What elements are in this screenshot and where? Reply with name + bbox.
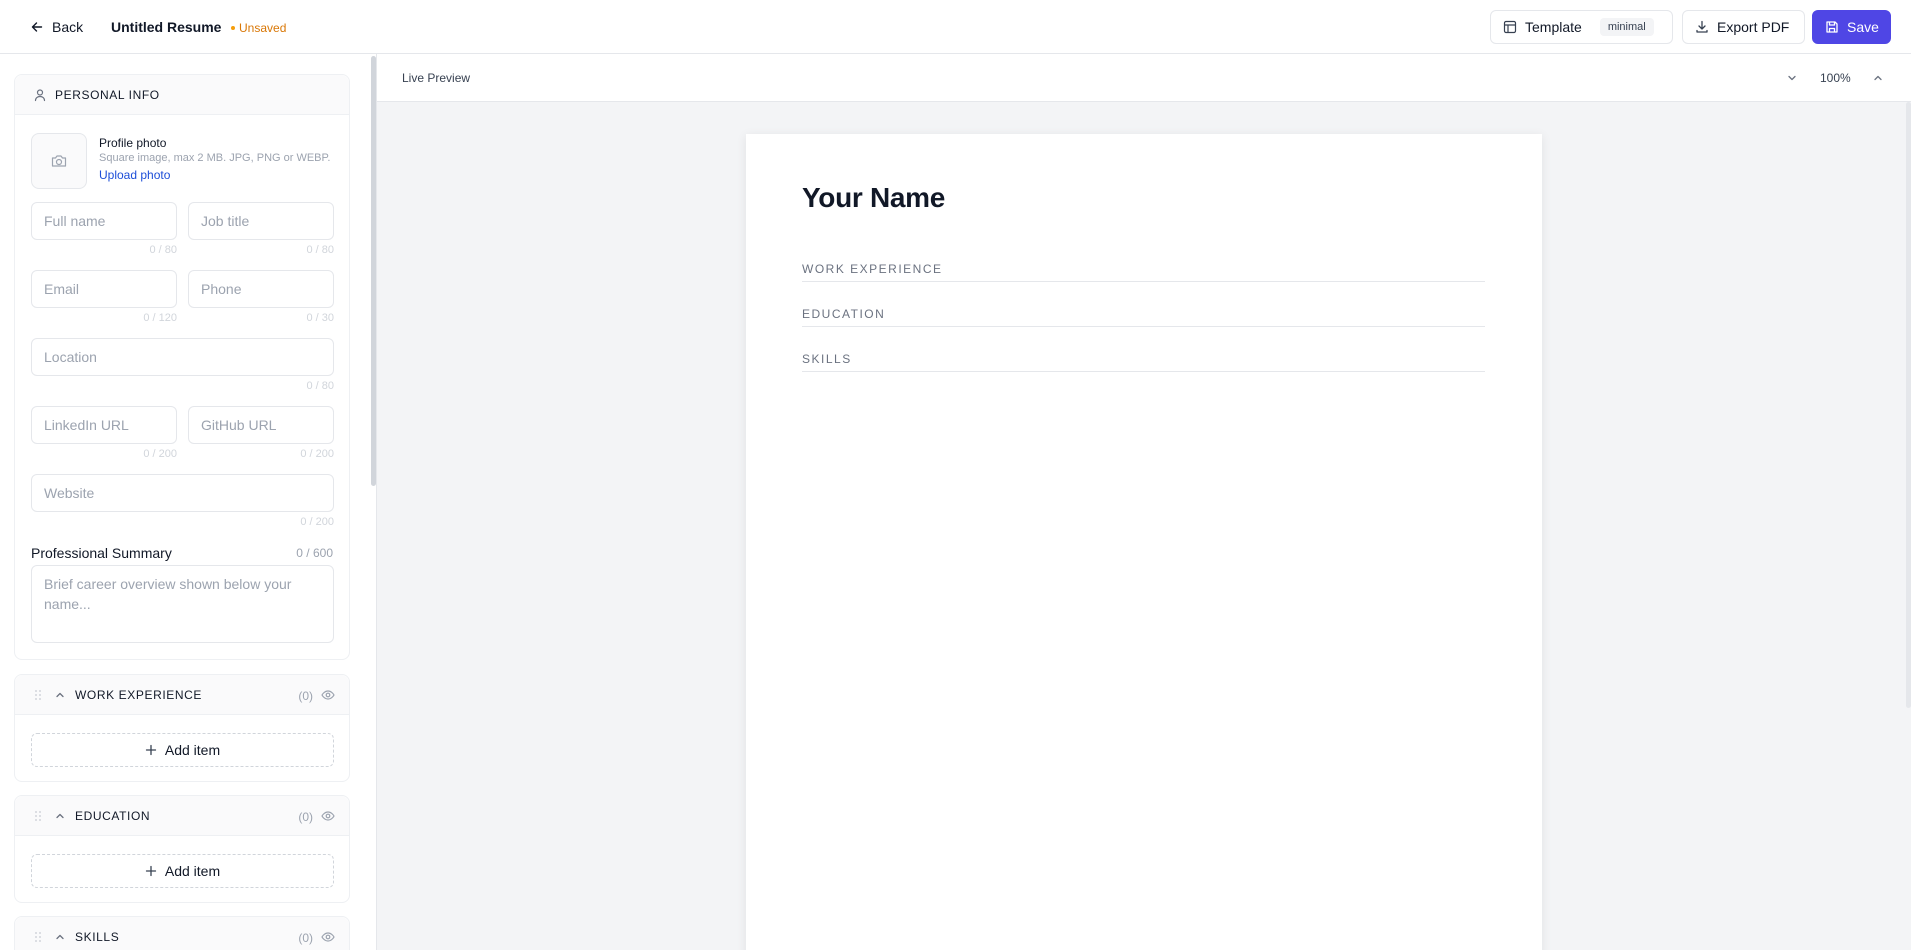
skills-card: SKILLS (0) xyxy=(14,916,350,950)
preview-scrollbar[interactable] xyxy=(1906,102,1911,708)
personal-info-header: PERSONAL INFO xyxy=(15,75,349,115)
editor-panel: PERSONAL INFO Profile photo Square image… xyxy=(0,54,377,950)
resume-section-education: EDUCATION xyxy=(802,305,1485,327)
photo-label: Profile photo xyxy=(99,136,167,150)
education-title: EDUCATION xyxy=(75,809,151,823)
chevron-up-icon[interactable] xyxy=(54,931,66,943)
skills-count: (0) xyxy=(298,931,313,945)
add-work-item-button[interactable]: Add item xyxy=(31,733,334,767)
back-button[interactable]: Back xyxy=(30,17,83,37)
top-bar: Back Untitled Resume Unsaved Template mi… xyxy=(0,0,1911,54)
add-item-label: Add item xyxy=(164,742,221,758)
add-item-label: Add item xyxy=(164,863,221,879)
arrow-left-icon xyxy=(31,22,43,32)
plus-icon xyxy=(145,865,157,877)
download-icon xyxy=(1696,20,1708,33)
resume-section-heading: EDUCATION xyxy=(802,307,886,321)
github-field[interactable] xyxy=(188,406,334,444)
linkedin-counter: 0 / 200 xyxy=(143,448,177,460)
resume-section-work: WORK EXPERIENCE xyxy=(802,260,1485,282)
chevron-up-icon[interactable] xyxy=(1872,72,1884,84)
user-icon xyxy=(34,89,46,102)
save-icon xyxy=(1826,21,1838,33)
chevron-up-icon[interactable] xyxy=(54,810,66,822)
work-experience-count: (0) xyxy=(298,689,313,703)
job-title-counter: 0 / 80 xyxy=(306,244,334,256)
skills-title: SKILLS xyxy=(75,930,120,944)
work-experience-card: WORK EXPERIENCE (0) Add item xyxy=(14,674,350,782)
back-label: Back xyxy=(52,19,84,35)
website-field[interactable] xyxy=(31,474,334,512)
full-name-counter: 0 / 80 xyxy=(149,244,177,256)
upload-photo-link[interactable]: Upload photo xyxy=(99,168,170,182)
full-name-field[interactable] xyxy=(31,202,177,240)
location-field[interactable] xyxy=(31,338,334,376)
export-pdf-button[interactable]: Export PDF xyxy=(1682,10,1805,44)
photo-upload-box[interactable] xyxy=(31,133,87,189)
chevron-up-icon[interactable] xyxy=(54,689,66,701)
add-education-item-button[interactable]: Add item xyxy=(31,854,334,888)
work-experience-title: WORK EXPERIENCE xyxy=(75,688,203,702)
drag-handle-icon[interactable] xyxy=(33,809,43,823)
resume-section-heading: SKILLS xyxy=(802,352,852,366)
website-counter: 0 / 200 xyxy=(300,516,334,528)
document-title[interactable]: Untitled Resume xyxy=(111,19,221,35)
linkedin-field[interactable] xyxy=(31,406,177,444)
email-field[interactable] xyxy=(31,270,177,308)
zoom-level: 100% xyxy=(1820,71,1851,85)
eye-icon[interactable] xyxy=(321,810,335,822)
resume-page: Your Name WORK EXPERIENCE EDUCATION SKIL… xyxy=(746,134,1542,950)
summary-label: Professional Summary xyxy=(31,545,172,561)
phone-field[interactable] xyxy=(188,270,334,308)
unsaved-status: Unsaved xyxy=(231,21,286,35)
phone-counter: 0 / 30 xyxy=(306,312,334,324)
plus-icon xyxy=(145,744,157,756)
summary-textarea[interactable] xyxy=(31,565,334,643)
template-label: Template xyxy=(1525,19,1582,35)
layout-icon xyxy=(1503,20,1517,34)
resume-section-heading: WORK EXPERIENCE xyxy=(802,262,943,276)
eye-icon[interactable] xyxy=(321,931,335,943)
chevron-down-icon[interactable] xyxy=(1786,72,1798,84)
work-experience-header[interactable]: WORK EXPERIENCE (0) xyxy=(15,675,349,715)
email-counter: 0 / 120 xyxy=(143,312,177,324)
skills-header[interactable]: SKILLS (0) xyxy=(15,917,349,950)
resume-name: Your Name xyxy=(802,182,946,213)
drag-handle-icon[interactable] xyxy=(33,688,43,702)
camera-icon xyxy=(51,155,67,167)
save-button[interactable]: Save xyxy=(1812,10,1891,44)
save-label: Save xyxy=(1847,19,1879,35)
status-text: Unsaved xyxy=(239,21,287,35)
template-value-badge: minimal xyxy=(1599,18,1654,36)
education-count: (0) xyxy=(298,810,313,824)
preview-canvas: Your Name WORK EXPERIENCE EDUCATION SKIL… xyxy=(377,102,1911,950)
export-label: Export PDF xyxy=(1717,19,1790,35)
eye-icon[interactable] xyxy=(321,689,335,701)
personal-info-title: PERSONAL INFO xyxy=(55,88,160,102)
status-dot xyxy=(231,26,235,30)
education-header[interactable]: EDUCATION (0) xyxy=(15,796,349,836)
github-counter: 0 / 200 xyxy=(300,448,334,460)
photo-hint: Square image, max 2 MB. JPG, PNG or WEBP… xyxy=(99,152,331,164)
job-title-field[interactable] xyxy=(188,202,334,240)
personal-info-card: PERSONAL INFO Profile photo Square image… xyxy=(14,74,350,660)
resume-section-skills: SKILLS xyxy=(802,350,1485,372)
summary-counter: 0 / 600 xyxy=(296,546,333,560)
template-button[interactable]: Template minimal xyxy=(1490,10,1673,44)
preview-toolbar: Live Preview 100% xyxy=(377,54,1911,102)
preview-label: Live Preview xyxy=(402,71,471,85)
education-card: EDUCATION (0) Add item xyxy=(14,795,350,903)
location-counter: 0 / 80 xyxy=(306,380,334,392)
drag-handle-icon[interactable] xyxy=(33,930,43,944)
